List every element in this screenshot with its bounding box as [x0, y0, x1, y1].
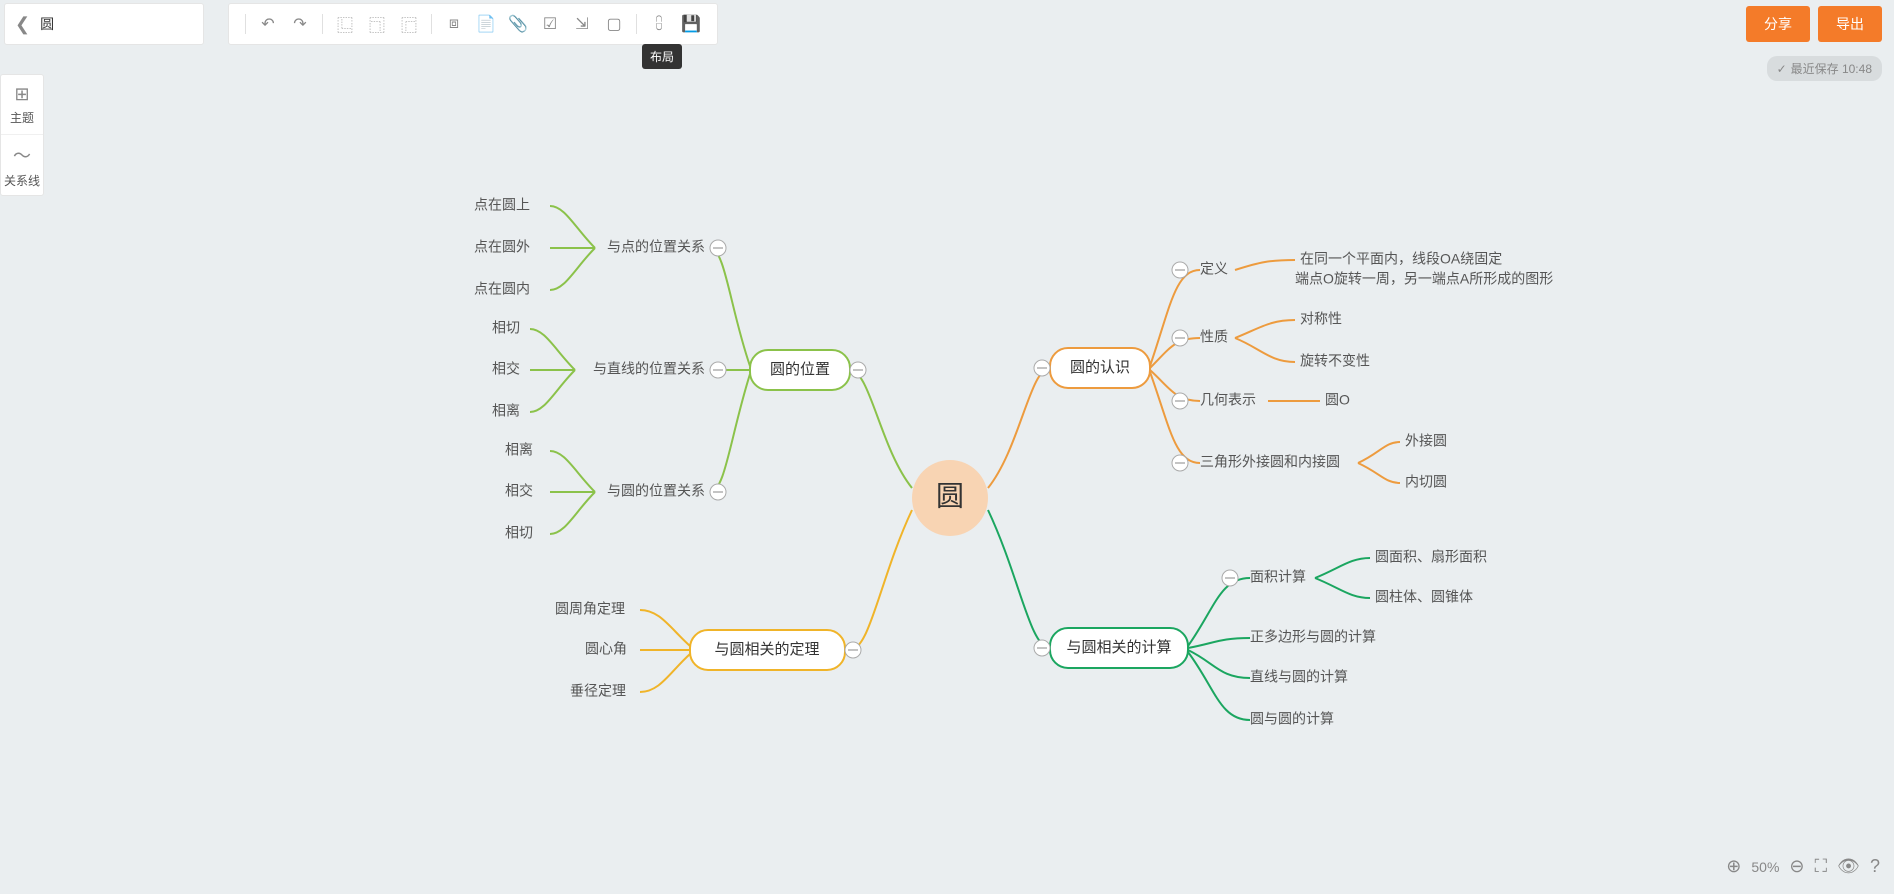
leaf-pt1[interactable]: 点在圆上 — [474, 197, 530, 213]
leaf-cc[interactable]: 圆与圆的计算 — [1250, 711, 1334, 727]
leaf-def-desc2[interactable]: 端点O旋转一周，另一端点A所形成的图形 — [1295, 271, 1553, 287]
top-right-actions: 分享 导出 — [1746, 6, 1882, 42]
toolbar-separator — [636, 14, 637, 34]
sub-triangle[interactable]: 三角形外接圆和内接圆 — [1200, 454, 1340, 470]
zoom-level-label: 50% — [1751, 859, 1779, 875]
frame-icon[interactable]: ▢ — [600, 10, 628, 38]
leaf-cr2[interactable]: 相交 — [505, 483, 533, 499]
zoom-out-icon[interactable]: ⊖ — [1789, 856, 1804, 877]
eye-icon[interactable]: 👁 — [1837, 856, 1860, 877]
bottom-toolbar: ⊕ 50% ⊖ ⛶ 👁 ? — [1726, 856, 1880, 877]
leaf-def-desc1[interactable]: 在同一个平面内，线段OA绕固定 — [1300, 251, 1502, 267]
leaf-area1[interactable]: 圆面积、扇形面积 — [1375, 549, 1487, 565]
leaf-cr3[interactable]: 相切 — [505, 525, 533, 541]
add-sibling-icon[interactable]: ⿺ — [331, 10, 359, 38]
redo-icon[interactable]: ↷ — [286, 10, 314, 38]
leaf-t3[interactable]: 垂径定理 — [570, 683, 626, 699]
help-icon[interactable]: ? — [1870, 856, 1880, 877]
toolbar-separator — [245, 14, 246, 34]
leaf-cr1[interactable]: 相离 — [505, 442, 533, 458]
sub-circle[interactable]: 与圆的位置关系 — [607, 483, 705, 499]
zoom-in-icon[interactable]: ⊕ — [1726, 856, 1741, 877]
leaf-ln3[interactable]: 相离 — [492, 403, 520, 419]
undo-icon[interactable]: ↶ — [254, 10, 282, 38]
leaf-prop1[interactable]: 对称性 — [1300, 311, 1342, 327]
sub-definition[interactable]: 定义 — [1200, 261, 1228, 277]
branch-theorem-label: 与圆相关的定理 — [714, 641, 819, 658]
task-icon[interactable]: ☑ — [536, 10, 564, 38]
attachment-icon[interactable]: 📎 — [504, 10, 532, 38]
leaf-linec[interactable]: 直线与圆的计算 — [1250, 669, 1348, 685]
sub-property[interactable]: 性质 — [1200, 329, 1228, 345]
top-toolbar: ❮ 圆 ↶ ↷ ⿺ ⿹ ⿸ ⧈ 📄 📎 ☑ ⇲ ▢ ⩉ 💾 — [0, 0, 1894, 48]
leaf-t2[interactable]: 圆心角 — [585, 641, 627, 657]
title-box: ❮ 圆 — [4, 3, 204, 45]
text-box-icon[interactable]: ⧈ — [440, 10, 468, 38]
export-button[interactable]: 导出 — [1818, 6, 1882, 42]
leaf-poly[interactable]: 正多边形与圆的计算 — [1250, 629, 1376, 645]
leaf-tri1[interactable]: 外接圆 — [1405, 433, 1447, 449]
note-icon[interactable]: 📄 — [472, 10, 500, 38]
add-child-icon[interactable]: ⿹ — [363, 10, 391, 38]
leaf-pt3[interactable]: 点在圆内 — [474, 281, 530, 297]
main-toolbar: ↶ ↷ ⿺ ⿹ ⿸ ⧈ 📄 📎 ☑ ⇲ ▢ ⩉ 💾 — [228, 3, 718, 45]
toolbar-separator — [322, 14, 323, 34]
sub-line[interactable]: 与直线的位置关系 — [593, 361, 705, 377]
leaf-pt2[interactable]: 点在圆外 — [474, 239, 530, 255]
branch-recognize-label: 圆的认识 — [1070, 359, 1130, 376]
layout-icon[interactable]: ⇲ — [568, 10, 596, 38]
back-chevron-icon[interactable]: ❮ — [15, 14, 30, 35]
toolbar-separator — [431, 14, 432, 34]
leaf-ln2[interactable]: 相交 — [492, 361, 520, 377]
leaf-geom1[interactable]: 圆O — [1325, 392, 1350, 408]
share-button[interactable]: 分享 — [1746, 6, 1810, 42]
leaf-tri2[interactable]: 内切圆 — [1405, 474, 1447, 490]
sub-point[interactable]: 与点的位置关系 — [607, 239, 705, 255]
save-icon[interactable]: 💾 — [677, 10, 705, 38]
fit-screen-icon[interactable]: ⛶ — [1815, 856, 1828, 877]
sub-area[interactable]: 面积计算 — [1250, 569, 1306, 585]
mindmap-canvas[interactable]: 圆 圆的认识 定义 在同一个平面内，线段OA绕固定 端点O旋转一周，另一端点A所… — [0, 48, 1894, 889]
branch-position-label: 圆的位置 — [770, 361, 830, 378]
add-parent-icon[interactable]: ⿸ — [395, 10, 423, 38]
collaboration-icon[interactable]: ⩉ — [645, 10, 673, 38]
leaf-prop2[interactable]: 旋转不变性 — [1300, 353, 1370, 369]
sub-geom[interactable]: 几何表示 — [1200, 392, 1256, 408]
document-title: 圆 — [40, 14, 54, 34]
center-label: 圆 — [936, 480, 964, 511]
leaf-ln1[interactable]: 相切 — [492, 320, 520, 336]
branch-calc-label: 与圆相关的计算 — [1066, 638, 1171, 656]
leaf-area2[interactable]: 圆柱体、圆锥体 — [1375, 589, 1473, 605]
leaf-t1[interactable]: 圆周角定理 — [555, 601, 625, 617]
